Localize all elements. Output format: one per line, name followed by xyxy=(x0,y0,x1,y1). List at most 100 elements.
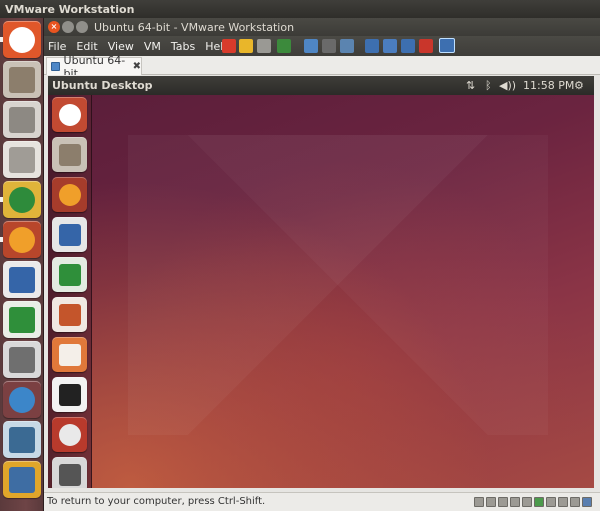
text-editor-icon[interactable] xyxy=(3,341,41,378)
firefox-icon[interactable] xyxy=(3,221,41,258)
clock-indicator[interactable]: 11:58 PM xyxy=(523,79,574,92)
firefox-glyph xyxy=(9,226,35,253)
host-launcher xyxy=(0,18,44,511)
guest-impress-glyph xyxy=(58,303,81,326)
guest-amazon-icon[interactable] xyxy=(52,377,87,412)
app-blue-icon[interactable] xyxy=(3,381,41,418)
network-status-icon[interactable] xyxy=(534,497,544,507)
display-icon[interactable] xyxy=(570,497,580,507)
snapshot-icon[interactable] xyxy=(304,39,318,53)
vmware-icon[interactable] xyxy=(3,461,41,498)
app-blue-glyph xyxy=(9,386,35,413)
power-off-icon[interactable] xyxy=(222,39,236,53)
guest-dash-icon[interactable] xyxy=(52,97,87,132)
message-icon[interactable] xyxy=(582,497,592,507)
menu-edit[interactable]: Edit xyxy=(71,40,102,53)
bluetooth-indicator-icon[interactable]: ᛒ xyxy=(485,79,492,92)
guest-impress-icon[interactable] xyxy=(52,297,87,332)
system-monitor-icon[interactable] xyxy=(3,421,41,458)
guest-top-panel: Ubuntu Desktop ⇅ ᛒ ◀)) 11:58 PM ⚙ xyxy=(48,76,594,95)
suspend-icon[interactable] xyxy=(239,39,253,53)
guest-software-center-glyph xyxy=(58,343,81,366)
guest-calc-icon[interactable] xyxy=(52,257,87,292)
guest-launcher xyxy=(48,95,92,488)
close-window-button[interactable]: × xyxy=(48,21,60,33)
writer-glyph xyxy=(9,266,35,293)
sidebar-view-icon[interactable] xyxy=(365,39,379,53)
calc-icon[interactable] xyxy=(3,301,41,338)
thumbnail-view-icon[interactable] xyxy=(401,39,415,53)
ubuntu-dash-glyph xyxy=(9,26,35,53)
guest-amazon-glyph xyxy=(58,383,81,406)
host-top-panel: VMware Workstation xyxy=(0,0,600,18)
guest-settings-icon[interactable] xyxy=(52,417,87,452)
usb-icon[interactable] xyxy=(522,497,532,507)
cd2-icon[interactable] xyxy=(498,497,508,507)
guest-printer-glyph xyxy=(58,463,81,486)
ubuntu-dash-icon[interactable] xyxy=(3,21,41,58)
guest-writer-icon[interactable] xyxy=(52,217,87,252)
snapshot-manager-icon[interactable] xyxy=(340,39,354,53)
console-view-icon[interactable] xyxy=(383,39,397,53)
menu-vm[interactable]: VM xyxy=(139,40,166,53)
menu-tabs[interactable]: Tabs xyxy=(166,40,200,53)
vm-tab-icon xyxy=(51,62,60,71)
host-window-title: VMware Workstation xyxy=(5,3,135,16)
network-indicator-icon[interactable]: ⇅ xyxy=(466,79,475,92)
reset-icon[interactable] xyxy=(277,39,291,53)
running-indicator xyxy=(0,237,3,242)
usb-drive-icon[interactable] xyxy=(3,141,41,178)
chrome-glyph xyxy=(9,186,35,213)
guest-firefox-icon[interactable] xyxy=(52,177,87,212)
status-message: To return to your computer, press Ctrl-S… xyxy=(47,496,266,507)
fullscreen-icon[interactable] xyxy=(419,39,433,53)
guest-printer-icon[interactable] xyxy=(52,457,87,488)
maximize-window-button[interactable] xyxy=(76,21,88,33)
close-tab-icon[interactable]: ✖ xyxy=(133,61,141,72)
vmware-glyph xyxy=(9,466,35,493)
minimize-window-button[interactable] xyxy=(62,21,74,33)
guest-dash-glyph xyxy=(58,103,81,126)
tab-bar: Ubuntu 64-bit ✖ xyxy=(44,54,600,80)
files-icon[interactable] xyxy=(3,61,41,98)
writer-icon[interactable] xyxy=(3,261,41,298)
drive-icon[interactable] xyxy=(3,101,41,138)
guest-settings-glyph xyxy=(58,423,81,446)
guest-desktop-wallpaper xyxy=(48,95,594,488)
floppy-icon[interactable] xyxy=(510,497,520,507)
calc-glyph xyxy=(9,306,35,333)
window-titlebar: × Ubuntu 64-bit - VMware Workstation xyxy=(44,18,600,36)
menu-view[interactable]: View xyxy=(103,40,139,53)
running-indicator xyxy=(0,37,3,42)
guest-calc-glyph xyxy=(58,263,81,286)
guest-files-glyph xyxy=(58,143,81,166)
guest-screen[interactable]: Ubuntu Desktop ⇅ ᛒ ◀)) 11:58 PM ⚙ xyxy=(48,76,594,488)
guest-writer-glyph xyxy=(58,223,81,246)
text-editor-glyph xyxy=(9,346,35,373)
menu-file[interactable]: File xyxy=(44,40,71,53)
printer-status-icon[interactable] xyxy=(558,497,568,507)
guest-files-icon[interactable] xyxy=(52,137,87,172)
guest-software-center-icon[interactable] xyxy=(52,337,87,372)
hdd-icon[interactable] xyxy=(474,497,484,507)
running-indicator xyxy=(0,197,3,202)
play-icon[interactable] xyxy=(257,39,271,53)
system-monitor-glyph xyxy=(9,426,35,453)
unity-icon[interactable] xyxy=(439,38,455,53)
volume-indicator-icon[interactable]: ◀)) xyxy=(499,79,516,92)
status-bar: To return to your computer, press Ctrl-S… xyxy=(44,492,600,511)
menu-bar: File Edit View VM Tabs Help xyxy=(44,36,600,56)
files-glyph xyxy=(9,66,35,93)
cd-icon[interactable] xyxy=(486,497,496,507)
chrome-icon[interactable] xyxy=(3,181,41,218)
toolbar xyxy=(217,36,600,56)
usb-drive-glyph xyxy=(9,146,35,173)
guest-window-title: Ubuntu Desktop xyxy=(52,79,153,92)
drive-glyph xyxy=(9,106,35,133)
session-menu-icon[interactable]: ⚙ xyxy=(574,79,584,92)
revert-snapshot-icon[interactable] xyxy=(322,39,336,53)
sound-icon[interactable] xyxy=(546,497,556,507)
wallpaper-pattern xyxy=(128,135,548,435)
tab-ubuntu-64-bit[interactable]: Ubuntu 64-bit ✖ xyxy=(46,54,142,80)
guest-firefox-glyph xyxy=(58,183,81,206)
